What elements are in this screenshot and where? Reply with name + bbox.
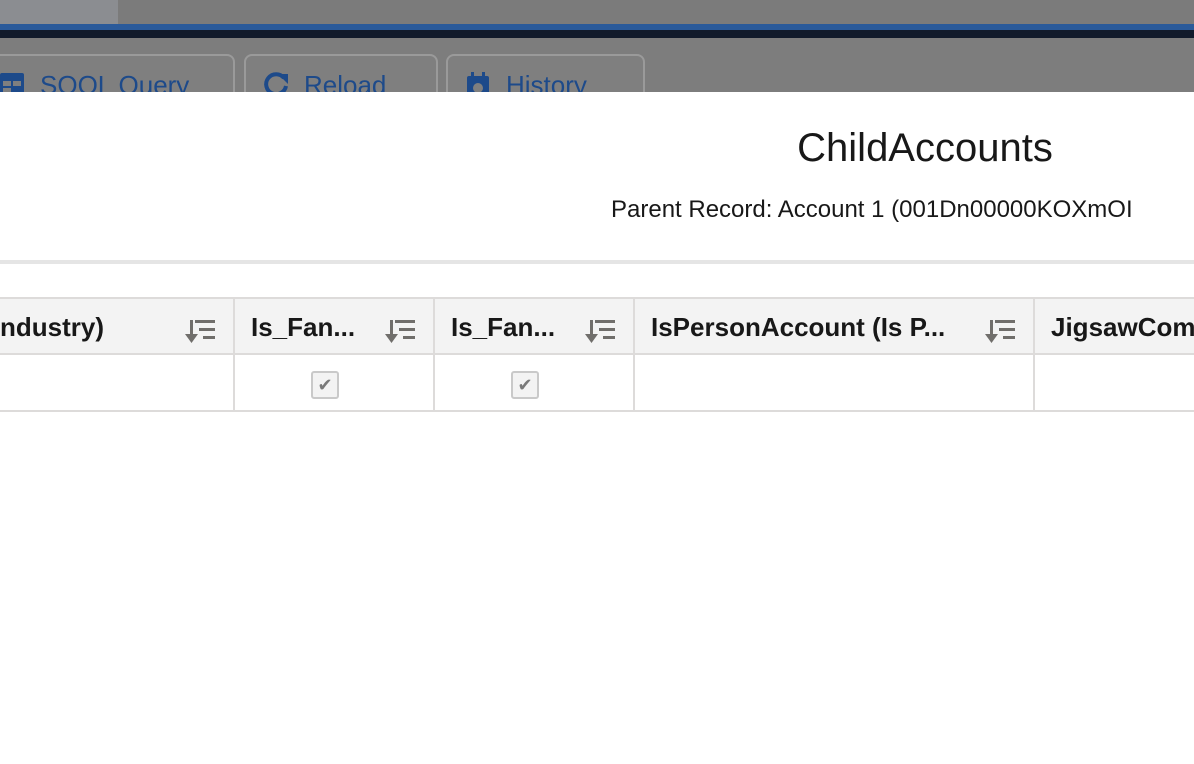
background-topbar-tab [0,0,118,24]
sort-descending-icon[interactable] [385,316,417,344]
column-header-label: JigsawCom [1051,312,1194,342]
column-header-jigsaw[interactable]: JigsawCom [1035,299,1194,353]
page: SOQL Query Reload History ChildAccounts … [0,0,1194,764]
table-row: ✔ ✔ [0,355,1194,412]
column-header-label: ndustry) [0,312,104,342]
background-topbar [0,0,1194,24]
background-dark-line [0,30,1194,38]
table-cell-industry [0,355,235,410]
table-cell-is-fan-2: ✔ [435,355,635,410]
checkbox-checked-icon[interactable]: ✔ [511,371,539,399]
modal-subtitle: Parent Record: Account 1 (001Dn00000KOXm… [611,196,1133,223]
modal-title: ChildAccounts [797,126,1053,170]
records-table: ndustry) Is_Fan... Is_Fan... IsPersonAcc… [0,297,1194,412]
checkbox-checked-icon[interactable]: ✔ [311,371,339,399]
column-header-label: IsPersonAccount (Is P... [651,312,946,342]
column-header-label: Is_Fan... [451,312,556,342]
table-cell-is-person-account [635,355,1035,410]
table-cell-is-fan-1: ✔ [235,355,435,410]
child-records-modal: ChildAccounts Parent Record: Account 1 (… [0,92,1194,764]
modal-divider [0,260,1194,264]
column-header-is-fan-1[interactable]: Is_Fan... [235,299,435,353]
table-header-row: ndustry) Is_Fan... Is_Fan... IsPersonAcc… [0,297,1194,355]
table-cell-jigsaw [1035,355,1194,410]
sort-descending-icon[interactable] [585,316,617,344]
column-header-is-fan-2[interactable]: Is_Fan... [435,299,635,353]
sort-descending-icon[interactable] [985,316,1017,344]
sort-descending-icon[interactable] [185,316,217,344]
column-header-label: Is_Fan... [251,312,356,342]
column-header-is-person-account[interactable]: IsPersonAccount (Is P... [635,299,1035,353]
column-header-industry[interactable]: ndustry) [0,299,235,353]
